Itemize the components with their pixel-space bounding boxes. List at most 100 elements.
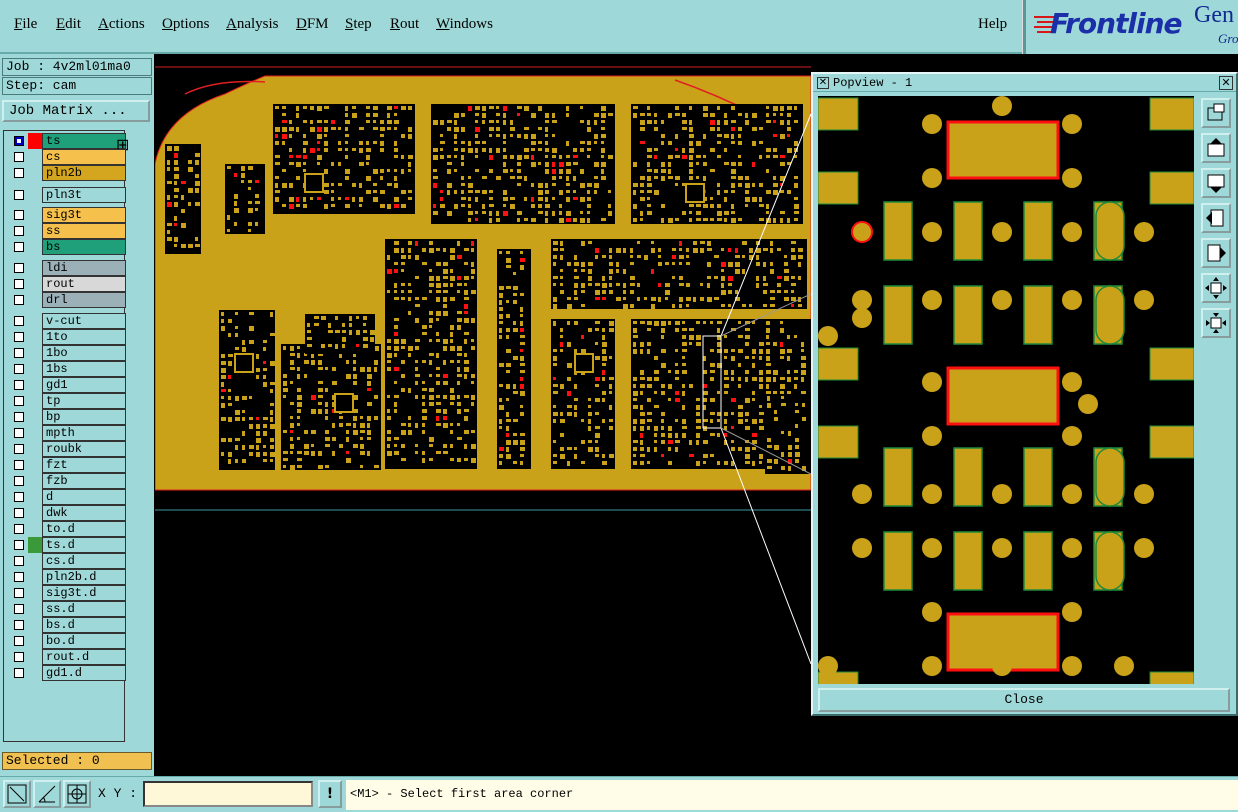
layer-name[interactable]: pln2b — [42, 165, 126, 181]
layer-row[interactable]: drl — [8, 292, 126, 308]
layer-checkbox[interactable] — [14, 604, 24, 614]
layer-checkbox[interactable] — [14, 279, 24, 289]
layer-name[interactable]: drl — [42, 292, 126, 308]
layer-name[interactable]: ts — [42, 133, 126, 149]
layer-row[interactable]: pln2b — [8, 165, 126, 181]
layer-checkbox[interactable] — [14, 152, 24, 162]
layer-checkbox[interactable] — [14, 168, 24, 178]
layer-checkbox[interactable] — [14, 295, 24, 305]
menu-file[interactable]: File — [14, 16, 37, 33]
layer-row[interactable]: pln3t — [8, 187, 126, 203]
layer-checkbox[interactable] — [14, 492, 24, 502]
layer-row[interactable]: tp — [8, 393, 126, 409]
layer-checkbox[interactable] — [14, 364, 24, 374]
layer-row[interactable]: mpth — [8, 425, 126, 441]
layer-name[interactable]: roubk — [42, 441, 126, 457]
layer-row[interactable]: bp — [8, 409, 126, 425]
layer-name[interactable]: gd1 — [42, 377, 126, 393]
layer-name[interactable]: fzt — [42, 457, 126, 473]
layer-name[interactable]: ss.d — [42, 601, 126, 617]
layer-row[interactable]: roubk — [8, 441, 126, 457]
layer-row[interactable]: gd1.d — [8, 665, 126, 681]
layer-checkbox[interactable] — [14, 508, 24, 518]
menu-step[interactable]: Step — [345, 16, 372, 33]
measure-button[interactable] — [33, 780, 61, 808]
layer-row[interactable]: cs.d — [8, 553, 126, 569]
layer-checkbox[interactable] — [14, 540, 24, 550]
layer-name[interactable]: tp — [42, 393, 126, 409]
layer-row[interactable]: bo.d — [8, 633, 126, 649]
layer-row[interactable]: dwk — [8, 505, 126, 521]
layer-row[interactable]: sig3t — [8, 207, 126, 223]
layer-name[interactable]: to.d — [42, 521, 126, 537]
window-menu-icon[interactable]: ✕ — [817, 77, 829, 89]
xy-input[interactable] — [143, 781, 313, 807]
layer-name[interactable]: 1to — [42, 329, 126, 345]
menu-edit[interactable]: Edit — [56, 16, 81, 33]
layer-name[interactable]: mpth — [42, 425, 126, 441]
layer-checkbox[interactable] — [14, 348, 24, 358]
layer-checkbox[interactable] — [14, 210, 24, 220]
layer-checkbox[interactable] — [14, 460, 24, 470]
layer-checkbox[interactable] — [14, 226, 24, 236]
menu-rout[interactable]: Rout — [390, 16, 419, 33]
layer-name[interactable]: dwk — [42, 505, 126, 521]
layer-name[interactable]: sig3t — [42, 207, 126, 223]
layer-checkbox[interactable] — [14, 572, 24, 582]
layer-checkbox[interactable] — [14, 668, 24, 678]
menu-actions[interactable]: Actions — [98, 16, 145, 33]
layer-row[interactable]: rout — [8, 276, 126, 292]
pan-left-button[interactable] — [1201, 203, 1231, 233]
layer-name[interactable]: v-cut — [42, 313, 126, 329]
layer-checkbox[interactable] — [14, 428, 24, 438]
layer-name[interactable]: pln2b.d — [42, 569, 126, 585]
layer-name[interactable]: gd1.d — [42, 665, 126, 681]
close-icon[interactable]: ✕ — [1219, 76, 1233, 90]
layer-name[interactable]: ss — [42, 223, 126, 239]
layer-row[interactable]: ts ⊞ — [8, 133, 129, 154]
popview-pads[interactable] — [818, 96, 1194, 684]
layer-checkbox[interactable] — [14, 242, 24, 252]
layer-name[interactable]: 1bo — [42, 345, 126, 361]
layer-checkbox[interactable] — [14, 652, 24, 662]
layer-checkbox[interactable] — [14, 636, 24, 646]
layer-name[interactable]: 1bs — [42, 361, 126, 377]
layer-name[interactable]: pln3t — [42, 187, 126, 203]
pan-down-button[interactable] — [1201, 168, 1231, 198]
layer-name[interactable]: d — [42, 489, 126, 505]
menu-analysis[interactable]: Analysis — [226, 16, 279, 33]
layer-checkbox[interactable] — [14, 444, 24, 454]
layer-row[interactable]: to.d — [8, 521, 126, 537]
menu-help[interactable]: Help — [978, 16, 1007, 33]
layer-checkbox[interactable] — [14, 190, 24, 200]
job-matrix-button[interactable]: Job Matrix ... — [2, 100, 150, 122]
layer-row[interactable]: v-cut — [8, 313, 126, 329]
layer-name[interactable]: fzb — [42, 473, 126, 489]
layer-name[interactable]: bo.d — [42, 633, 126, 649]
popview-titlebar[interactable]: ✕ Popview - 1 ✕ — [813, 74, 1236, 92]
layer-row[interactable]: ts.d — [8, 537, 126, 553]
layer-name[interactable]: bs — [42, 239, 126, 255]
layer-row[interactable]: pln2b.d — [8, 569, 126, 585]
layer-checkbox[interactable] — [14, 380, 24, 390]
layer-row[interactable]: ldi — [8, 260, 126, 276]
layer-row[interactable]: rout.d — [8, 649, 126, 665]
layer-checkbox[interactable] — [14, 620, 24, 630]
layer-name[interactable]: rout — [42, 276, 126, 292]
layer-name[interactable]: ldi — [42, 260, 126, 276]
layer-row[interactable]: ss — [8, 223, 126, 239]
layer-checkbox[interactable] — [14, 263, 24, 273]
layer-row[interactable]: fzt — [8, 457, 126, 473]
layer-row[interactable]: 1bo — [8, 345, 126, 361]
layer-checkbox[interactable] — [14, 396, 24, 406]
menu-options[interactable]: Options — [162, 16, 210, 33]
layer-row[interactable]: ss.d — [8, 601, 126, 617]
pcb-board-view[interactable] — [155, 54, 811, 776]
graphic-canvas[interactable] — [155, 54, 811, 776]
popview-zoom-view[interactable] — [818, 96, 1194, 684]
layer-name[interactable]: cs — [42, 149, 126, 165]
layer-checkbox[interactable] — [14, 556, 24, 566]
layer-name[interactable]: bp — [42, 409, 126, 425]
layer-row[interactable]: sig3t.d — [8, 585, 126, 601]
layer-row[interactable]: 1to — [8, 329, 126, 345]
